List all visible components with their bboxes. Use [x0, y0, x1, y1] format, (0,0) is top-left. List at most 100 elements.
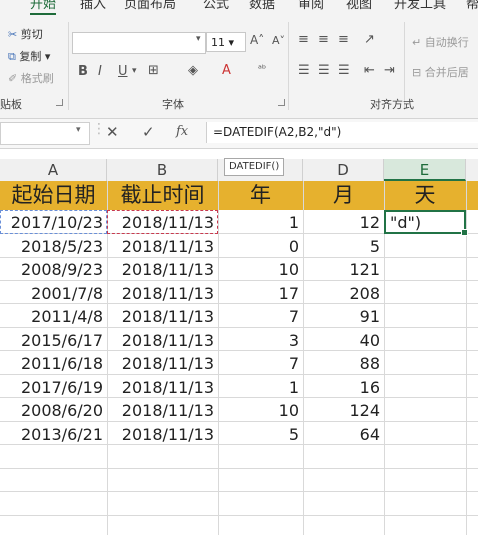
borders-icon[interactable]: ⊞	[148, 63, 159, 78]
cell-years[interactable]: 5	[218, 423, 303, 446]
header-end-date[interactable]: 截止时间	[107, 181, 218, 210]
cell-months[interactable]: 40	[303, 329, 384, 352]
cell-end-date[interactable]: 2018/11/13	[107, 399, 218, 422]
cell-months[interactable]: 5	[303, 235, 384, 258]
cell-end-date[interactable]: 2018/11/13	[107, 282, 218, 305]
name-box-dropdown-icon[interactable]: ▾	[76, 125, 81, 135]
cell-months[interactable]: 121	[303, 258, 384, 281]
cell-start-date[interactable]: 2011/6/18	[0, 352, 107, 375]
cell-start-date[interactable]: 2008/9/23	[0, 258, 107, 281]
column-header-e[interactable]: E	[384, 159, 466, 181]
underline-button[interactable]: U	[118, 64, 128, 79]
clipboard-launcher-icon[interactable]	[56, 99, 63, 106]
align-left-icon[interactable]: ☰	[298, 63, 310, 78]
cell-years[interactable]: 0	[218, 235, 303, 258]
cell-years[interactable]: 1	[218, 376, 303, 399]
header-start-date[interactable]: 起始日期	[0, 181, 107, 210]
bold-button[interactable]: B	[78, 64, 88, 79]
cancel-edit-icon[interactable]: ✕	[106, 123, 119, 141]
increase-indent-icon[interactable]: ⇥	[384, 63, 395, 78]
cell-years[interactable]: 7	[218, 352, 303, 375]
alignment-group-label: 对齐方式	[370, 98, 414, 111]
cell-start-date[interactable]: 2013/6/21	[0, 423, 107, 446]
font-size-value: 11	[211, 36, 225, 49]
cell-years[interactable]: 10	[218, 258, 303, 281]
cell-end-date[interactable]: 2018/11/13	[107, 258, 218, 281]
cell-start-date[interactable]: 2008/6/20	[0, 399, 107, 422]
copy-button[interactable]: ⧉ 复制 ▾	[8, 48, 50, 64]
cell-end-date[interactable]: 2018/11/13	[107, 305, 218, 328]
font-launcher-icon[interactable]	[278, 99, 285, 106]
italic-button[interactable]: I	[98, 64, 102, 79]
cell-years[interactable]: 17	[218, 282, 303, 305]
tab-page-layout[interactable]: 页面布局	[124, 0, 176, 12]
font-size-select[interactable]: 11 ▾	[206, 32, 246, 52]
orientation-icon[interactable]: ↗	[364, 32, 375, 47]
cell-months[interactable]: 64	[303, 423, 384, 446]
increase-font-icon[interactable]: A˄	[250, 33, 264, 47]
cell-months[interactable]: 12	[303, 211, 384, 234]
column-header-d[interactable]: D	[303, 159, 384, 181]
header-years[interactable]: 年	[218, 181, 303, 210]
phonetic-icon[interactable]: ᵃᵇ	[258, 64, 266, 75]
wrap-text-icon: ↵	[412, 36, 422, 49]
align-right-icon[interactable]: ☰	[338, 63, 350, 78]
header-months[interactable]: 月	[303, 181, 384, 210]
cell-start-date[interactable]: 2001/7/8	[0, 282, 107, 305]
merge-center-button[interactable]: ⊟ 合并后居	[412, 64, 469, 80]
cell-end-date[interactable]: 2018/11/13	[107, 423, 218, 446]
tab-insert[interactable]: 插入	[80, 0, 106, 12]
cell-start-date[interactable]: 2018/5/23	[0, 235, 107, 258]
tab-help[interactable]: 帮	[466, 0, 478, 12]
cell-months[interactable]: 88	[303, 352, 384, 375]
column-header-f[interactable]	[466, 159, 478, 181]
formula-input[interactable]: =DATEDIF(A2,B2,"d")	[206, 122, 478, 143]
column-header-a[interactable]: A	[0, 159, 107, 181]
header-days[interactable]: 天	[384, 181, 466, 210]
cell-years[interactable]: 10	[218, 399, 303, 422]
cell-end-date[interactable]: 2018/11/13	[107, 376, 218, 399]
align-bottom-icon[interactable]: ≡	[338, 32, 349, 47]
cut-button[interactable]: ✂ 剪切	[8, 26, 43, 42]
cell-end-date[interactable]: 2018/11/13	[107, 235, 218, 258]
wrap-text-button[interactable]: ↵ 自动换行	[412, 34, 469, 50]
align-center-icon[interactable]: ☰	[318, 63, 330, 78]
confirm-edit-icon[interactable]: ✓	[142, 123, 155, 141]
cell-end-date[interactable]: 2018/11/13	[107, 352, 218, 375]
fill-handle[interactable]	[461, 229, 468, 236]
ribbon: 开始 插入 页面布局 公式 数据 审阅 视图 开发工具 帮 ✂ 剪切 ⧉ 复制 …	[0, 0, 478, 119]
font-name-dropdown-icon[interactable]: ▾	[196, 34, 201, 44]
cell-start-date[interactable]: 2015/6/17	[0, 329, 107, 352]
cell-years[interactable]: 7	[218, 305, 303, 328]
tab-review[interactable]: 审阅	[298, 0, 324, 12]
cell-months[interactable]: 124	[303, 399, 384, 422]
function-tooltip: DATEDIF()	[224, 158, 285, 176]
cell-months[interactable]: 91	[303, 305, 384, 328]
tab-formulas[interactable]: 公式	[203, 0, 229, 12]
tab-data[interactable]: 数据	[249, 0, 275, 12]
grid-row-line	[0, 492, 478, 516]
tab-home[interactable]: 开始	[30, 0, 57, 15]
format-painter-button[interactable]: ✐ 格式刷	[8, 70, 54, 86]
font-color-icon[interactable]: A	[222, 63, 231, 78]
align-middle-icon[interactable]: ≡	[318, 32, 329, 47]
fill-color-icon[interactable]: ◈	[188, 63, 198, 78]
cell-years[interactable]: 1	[218, 211, 303, 234]
cell-start-date[interactable]: 2011/4/8	[0, 305, 107, 328]
decrease-indent-icon[interactable]: ⇤	[364, 63, 375, 78]
cell-years[interactable]: 3	[218, 329, 303, 352]
cell-months[interactable]: 16	[303, 376, 384, 399]
column-header-b[interactable]: B	[107, 159, 218, 181]
insert-function-icon[interactable]: fx	[176, 124, 188, 139]
cell-end-date[interactable]: 2018/11/13	[107, 329, 218, 352]
cell-start-date[interactable]: 2017/6/19	[0, 376, 107, 399]
tab-view[interactable]: 视图	[346, 0, 372, 12]
align-top-icon[interactable]: ≡	[298, 32, 309, 47]
font-name-select[interactable]	[72, 32, 206, 54]
tab-developer[interactable]: 开发工具	[394, 0, 446, 12]
divider	[68, 22, 69, 110]
underline-dropdown-icon[interactable]: ▾	[132, 66, 137, 76]
cell-months[interactable]: 208	[303, 282, 384, 305]
decrease-font-icon[interactable]: A˅	[272, 34, 285, 47]
clipboard-group-label: 贴板	[0, 98, 22, 111]
